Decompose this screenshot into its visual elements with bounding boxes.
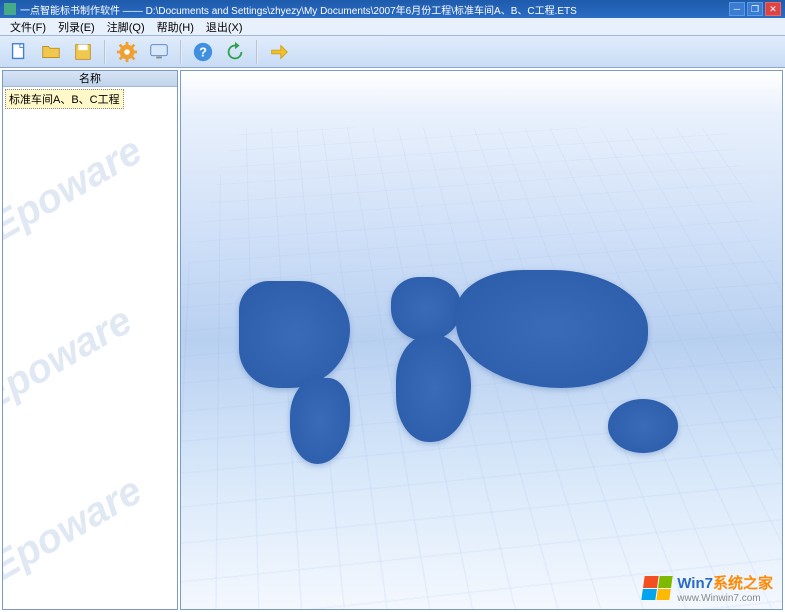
titlebar: 一点智能标书制作软件 —— D:\Documents and Settings\…: [0, 0, 785, 18]
settings-button[interactable]: [114, 39, 140, 65]
menu-file[interactable]: 文件(F): [4, 17, 52, 37]
file-path: D:\Documents and Settings\zhyezy\My Docu…: [146, 6, 577, 17]
app-name: 一点智能标书制作软件: [20, 6, 120, 17]
watermark: Epoware: [3, 468, 150, 590]
svg-text:?: ?: [199, 44, 207, 59]
toolbar: ?: [0, 36, 785, 68]
continent-shape: [391, 277, 462, 342]
toolbar-separator: [256, 40, 258, 64]
continent-shape: [608, 399, 679, 453]
brand-name: Win7系统之家: [677, 572, 773, 593]
window-controls: ─ ❐ ✕: [729, 2, 781, 16]
toolbar-separator: [180, 40, 182, 64]
main-viewport: [180, 70, 783, 610]
sidebar-body: Epoware Epoware Epoware 标准车间A、B、C工程: [3, 87, 177, 609]
menubar: 文件(F) 列录(E) 注脚(Q) 帮助(H) 退出(X): [0, 18, 785, 36]
screen-button[interactable]: [146, 39, 172, 65]
continent-shape: [396, 335, 472, 443]
app-window: 一点智能标书制作软件 —— D:\Documents and Settings\…: [0, 0, 785, 612]
help-icon: ?: [192, 41, 214, 63]
save-button[interactable]: [70, 39, 96, 65]
close-button[interactable]: ✕: [765, 2, 781, 16]
world-map-graphic: [229, 259, 734, 474]
continent-shape: [456, 270, 648, 388]
toolbar-separator: [104, 40, 106, 64]
menu-help[interactable]: 帮助(H): [151, 17, 200, 37]
watermark: Epoware: [3, 298, 140, 420]
brand-url: www.Winwin7.com: [677, 593, 773, 604]
maximize-button[interactable]: ❐: [747, 2, 763, 16]
new-button[interactable]: [6, 39, 32, 65]
forward-button[interactable]: [266, 39, 292, 65]
minimize-button[interactable]: ─: [729, 2, 745, 16]
titlebar-text: 一点智能标书制作软件 —— D:\Documents and Settings\…: [20, 2, 729, 17]
forward-icon: [268, 41, 290, 63]
sidebar: 名称 Epoware Epoware Epoware 标准车间A、B、C工程: [2, 70, 178, 610]
footer-branding: Win7系统之家 www.Winwin7.com: [643, 572, 773, 604]
menu-catalog[interactable]: 列录(E): [52, 17, 101, 37]
watermark: Epoware: [3, 128, 150, 250]
save-icon: [72, 41, 94, 63]
windows-flag-icon: [642, 576, 673, 600]
menu-comment[interactable]: 注脚(Q): [101, 17, 151, 37]
refresh-button[interactable]: [222, 39, 248, 65]
logo-text: Win7系统之家 www.Winwin7.com: [677, 572, 773, 604]
open-folder-icon: [40, 41, 62, 63]
sidebar-header: 名称: [3, 71, 177, 87]
open-button[interactable]: [38, 39, 64, 65]
monitor-icon: [148, 41, 170, 63]
app-icon: [4, 3, 16, 15]
gear-icon: [116, 41, 138, 63]
tree-item-project[interactable]: 标准车间A、B、C工程: [5, 89, 124, 109]
menu-exit[interactable]: 退出(X): [200, 17, 249, 37]
content-area: 名称 Epoware Epoware Epoware 标准车间A、B、C工程: [0, 68, 785, 612]
continent-shape: [290, 378, 351, 464]
refresh-icon: [224, 41, 246, 63]
new-file-icon: [8, 41, 30, 63]
continent-shape: [239, 281, 350, 389]
help-button[interactable]: ?: [190, 39, 216, 65]
